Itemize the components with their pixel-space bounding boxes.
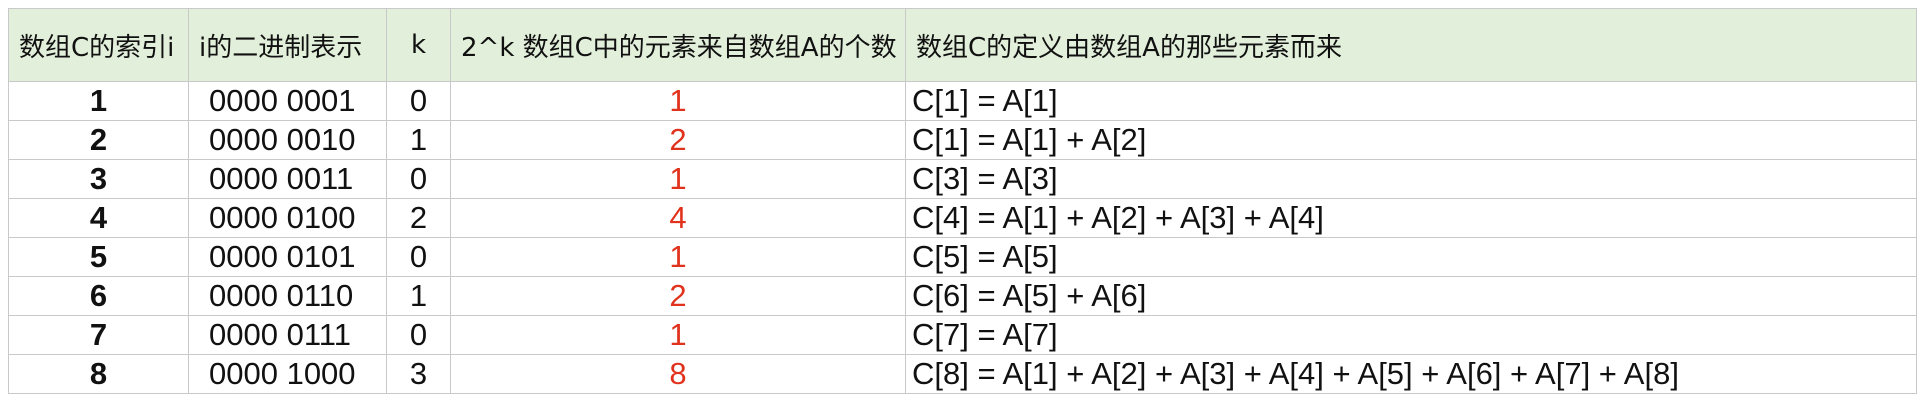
cell-definition[interactable]: C[5] = A[5]	[905, 237, 1917, 277]
cell-definition[interactable]: C[7] = A[7]	[905, 315, 1917, 355]
cell-k[interactable]: 0	[386, 315, 451, 355]
cell-definition[interactable]: C[1] = A[1]	[905, 81, 1917, 121]
header-binary[interactable]: i的二进制表示	[188, 8, 387, 82]
cell-binary[interactable]: 0000 0010	[188, 120, 387, 160]
cell-k[interactable]: 0	[386, 237, 451, 277]
cell-binary[interactable]: 0000 0101	[188, 237, 387, 277]
cell-binary[interactable]: 0000 1000	[188, 354, 387, 394]
cell-binary[interactable]: 0000 0111	[188, 315, 387, 355]
cell-k[interactable]: 3	[386, 354, 451, 394]
cell-count[interactable]: 8	[450, 354, 906, 394]
fenwick-tree-table: 数组C的索引i i的二进制表示 k 2^k 数组C中的元素来自数组A的个数 数组…	[8, 8, 1917, 394]
cell-binary[interactable]: 0000 0100	[188, 198, 387, 238]
cell-k[interactable]: 1	[386, 276, 451, 316]
cell-count[interactable]: 1	[450, 237, 906, 277]
cell-binary[interactable]: 0000 0011	[188, 159, 387, 199]
cell-count[interactable]: 1	[450, 159, 906, 199]
table-row: 7 0000 0111 0 1 C[7] = A[7]	[8, 315, 1917, 355]
table-row: 8 0000 1000 3 8 C[8] = A[1] + A[2] + A[3…	[8, 354, 1917, 394]
table-row: 4 0000 0100 2 4 C[4] = A[1] + A[2] + A[3…	[8, 198, 1917, 238]
cell-binary[interactable]: 0000 0110	[188, 276, 387, 316]
cell-count[interactable]: 2	[450, 120, 906, 160]
header-definition[interactable]: 数组C的定义由数组A的那些元素而来	[905, 8, 1917, 82]
cell-k[interactable]: 0	[386, 81, 451, 121]
cell-k[interactable]: 0	[386, 159, 451, 199]
cell-index[interactable]: 1	[8, 81, 189, 121]
table-row: 1 0000 0001 0 1 C[1] = A[1]	[8, 81, 1917, 121]
table-row: 2 0000 0010 1 2 C[1] = A[1] + A[2]	[8, 120, 1917, 160]
cell-definition[interactable]: C[4] = A[1] + A[2] + A[3] + A[4]	[905, 198, 1917, 238]
cell-count[interactable]: 2	[450, 276, 906, 316]
spreadsheet-area: 数组C的索引i i的二进制表示 k 2^k 数组C中的元素来自数组A的个数 数组…	[8, 8, 1917, 394]
cell-definition[interactable]: C[6] = A[5] + A[6]	[905, 276, 1917, 316]
cell-k[interactable]: 2	[386, 198, 451, 238]
cell-definition[interactable]: C[3] = A[3]	[905, 159, 1917, 199]
cell-k[interactable]: 1	[386, 120, 451, 160]
cell-count[interactable]: 1	[450, 81, 906, 121]
cell-definition[interactable]: C[8] = A[1] + A[2] + A[3] + A[4] + A[5] …	[905, 354, 1917, 394]
cell-binary[interactable]: 0000 0001	[188, 81, 387, 121]
cell-index[interactable]: 2	[8, 120, 189, 160]
cell-count[interactable]: 4	[450, 198, 906, 238]
table-row: 5 0000 0101 0 1 C[5] = A[5]	[8, 237, 1917, 277]
cell-index[interactable]: 8	[8, 354, 189, 394]
cell-count[interactable]: 1	[450, 315, 906, 355]
header-index[interactable]: 数组C的索引i	[8, 8, 189, 82]
table-row: 3 0000 0011 0 1 C[3] = A[3]	[8, 159, 1917, 199]
cell-index[interactable]: 3	[8, 159, 189, 199]
cell-index[interactable]: 7	[8, 315, 189, 355]
header-row: 数组C的索引i i的二进制表示 k 2^k 数组C中的元素来自数组A的个数 数组…	[8, 8, 1917, 82]
cell-index[interactable]: 6	[8, 276, 189, 316]
cell-index[interactable]: 5	[8, 237, 189, 277]
header-count[interactable]: 2^k 数组C中的元素来自数组A的个数	[450, 8, 906, 82]
header-k[interactable]: k	[386, 8, 451, 82]
cell-index[interactable]: 4	[8, 198, 189, 238]
table-row: 6 0000 0110 1 2 C[6] = A[5] + A[6]	[8, 276, 1917, 316]
cell-definition[interactable]: C[1] = A[1] + A[2]	[905, 120, 1917, 160]
